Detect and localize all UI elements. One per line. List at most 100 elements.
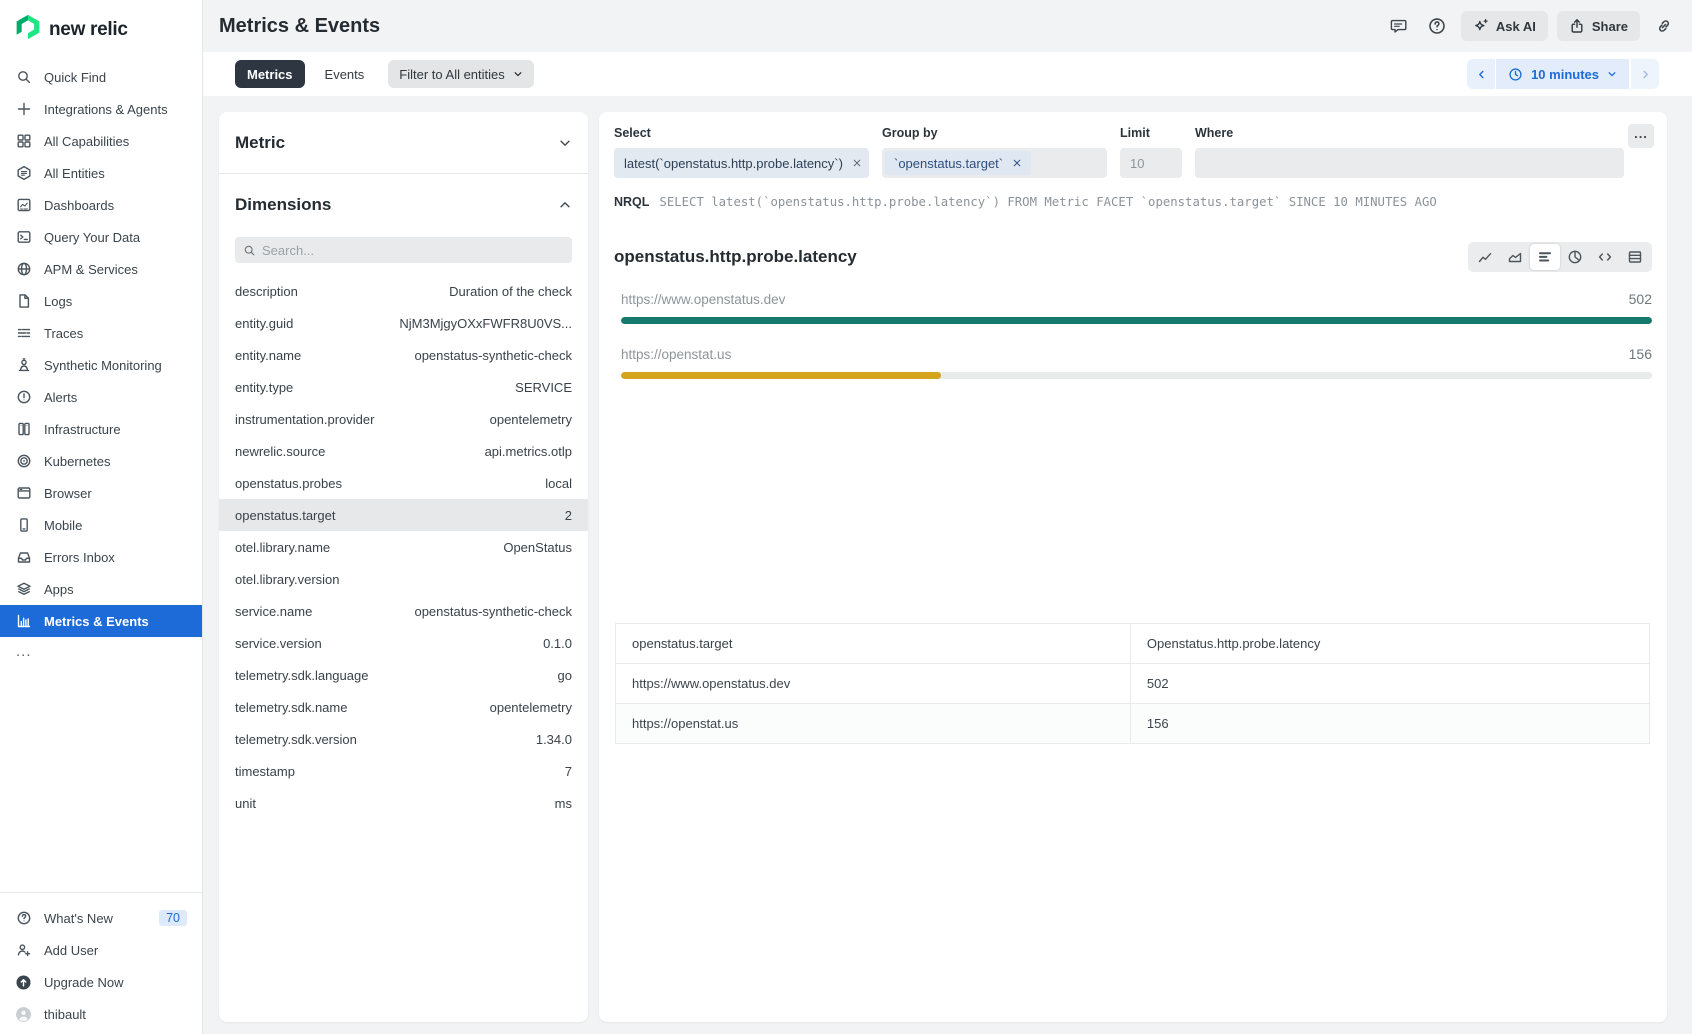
sidebar-item-upgrade-now[interactable]: Upgrade Now (0, 966, 202, 998)
code-icon[interactable] (1590, 244, 1620, 270)
new-relic-logo-icon (15, 14, 41, 45)
dimension-row[interactable]: entity.guidNjM3MjgyOXxFWFR8U0VS... (219, 307, 588, 339)
sidebar-item-traces[interactable]: Traces (0, 317, 202, 349)
sidebar-item-quick-find[interactable]: Quick Find (0, 61, 202, 93)
content-area: Metric Dimensions descriptionDuration of… (203, 96, 1692, 1034)
dimension-row[interactable]: instrumentation.provideropentelemetry (219, 403, 588, 435)
dimension-row[interactable]: entity.nameopenstatus-synthetic-check (219, 339, 588, 371)
dimension-row[interactable]: openstatus.probeslocal (219, 467, 588, 499)
group-by-field: Group by `openstatus.target` (882, 126, 1107, 178)
sidebar-item-apm-services[interactable]: APM & Services (0, 253, 202, 285)
sidebar-item-metrics-events[interactable]: Metrics & Events (0, 605, 202, 637)
dimension-row[interactable]: otel.library.version (219, 563, 588, 595)
time-range-dropdown[interactable]: 10 minutes (1496, 59, 1629, 89)
where-input[interactable] (1195, 148, 1624, 178)
nrql-preview: NRQL SELECT latest(`openstatus.http.prob… (614, 195, 1652, 209)
dimension-row[interactable]: unitms (219, 787, 588, 819)
main-area: Metrics & Events Ask AI Share (203, 0, 1692, 1034)
bar-chart-icon (15, 613, 32, 630)
sidebar-item-browser[interactable]: Browser (0, 477, 202, 509)
dimension-row[interactable]: service.version0.1.0 (219, 627, 588, 659)
dashboard-icon (15, 197, 32, 214)
group-by-input[interactable]: `openstatus.target` (882, 148, 1107, 178)
sidebar-item-infrastructure[interactable]: Infrastructure (0, 413, 202, 445)
sidebar-item-alerts[interactable]: Alerts (0, 381, 202, 413)
share-icon (1569, 18, 1585, 34)
dimension-row[interactable]: entity.typeSERVICE (219, 371, 588, 403)
bar-chart: https://www.openstatus.dev 502 https://o… (614, 291, 1652, 379)
dimension-row[interactable]: telemetry.sdk.nameopentelemetry (219, 691, 588, 723)
sidebar-item-whats-new[interactable]: What's New 70 (0, 902, 202, 934)
sidebar-item-errors-inbox[interactable]: Errors Inbox (0, 541, 202, 573)
dimension-row[interactable]: descriptionDuration of the check (219, 275, 588, 307)
pie-chart-icon[interactable] (1560, 244, 1590, 270)
where-field: Where (1195, 126, 1624, 178)
query-options-button[interactable]: ... (1628, 124, 1654, 148)
select-field: Select latest(`openstatus.http.probe.lat… (614, 126, 869, 178)
dimensions-section-title: Dimensions (235, 195, 331, 215)
dimensions-search-input[interactable] (262, 243, 564, 258)
sidebar-item-mobile[interactable]: Mobile (0, 509, 202, 541)
dimension-row[interactable]: telemetry.sdk.languagego (219, 659, 588, 691)
trace-lines-icon (15, 325, 32, 342)
dimension-row[interactable]: newrelic.sourceapi.metrics.otlp (219, 435, 588, 467)
sidebar-item-integrations-agents[interactable]: Integrations & Agents (0, 93, 202, 125)
group-by-chip[interactable]: `openstatus.target` (885, 151, 1031, 175)
dimension-row[interactable]: telemetry.sdk.version1.34.0 (219, 723, 588, 755)
feedback-comment-button[interactable] (1383, 11, 1413, 41)
page-title: Metrics & Events (219, 15, 380, 38)
dimension-row-selected[interactable]: openstatus.target2 (219, 499, 588, 531)
line-chart-icon[interactable] (1470, 244, 1500, 270)
sidebar-item-user-account[interactable]: thibault (0, 998, 202, 1030)
bar-track[interactable] (621, 372, 1652, 379)
metric-section-header[interactable]: Metric (219, 112, 588, 174)
dimensions-section-header[interactable]: Dimensions (219, 174, 588, 235)
sidebar-item-all-capabilities[interactable]: All Capabilities (0, 125, 202, 157)
time-back-button[interactable] (1467, 59, 1495, 89)
sidebar-more-button[interactable]: ... (0, 637, 202, 665)
remove-group-by-icon[interactable] (1012, 158, 1022, 168)
brand-logo[interactable]: new relic (0, 0, 202, 61)
sidebar-item-kubernetes[interactable]: Kubernetes (0, 445, 202, 477)
bar-fill (621, 372, 941, 379)
avatar (15, 1006, 32, 1023)
area-chart-icon[interactable] (1500, 244, 1530, 270)
chevron-right-icon (1640, 69, 1651, 80)
bar-fill (621, 317, 1652, 324)
sidebar-item-apps[interactable]: Apps (0, 573, 202, 605)
select-chip[interactable]: latest(`openstatus.http.probe.latency`) (614, 148, 869, 178)
nrql-query-text: SELECT latest(`openstatus.http.probe.lat… (659, 195, 1436, 209)
sidebar-item-synthetic-monitoring[interactable]: Synthetic Monitoring (0, 349, 202, 381)
bar-track[interactable] (621, 317, 1652, 324)
sidebar-item-query-your-data[interactable]: Query Your Data (0, 221, 202, 253)
share-button[interactable]: Share (1557, 11, 1640, 41)
time-forward-button[interactable] (1631, 59, 1659, 89)
dimension-row[interactable]: service.nameopenstatus-synthetic-check (219, 595, 588, 627)
entity-filter-dropdown[interactable]: Filter to All entities (388, 60, 534, 88)
sidebar-item-add-user[interactable]: Add User (0, 934, 202, 966)
help-button[interactable] (1422, 11, 1452, 41)
table-header-cell: Openstatus.http.probe.latency (1130, 624, 1649, 664)
table-row[interactable]: https://www.openstatus.dev 502 (616, 664, 1650, 704)
sidebar-item-all-entities[interactable]: All Entities (0, 157, 202, 189)
table-icon[interactable] (1620, 244, 1650, 270)
remove-select-icon[interactable] (852, 158, 862, 168)
bar-row: https://openstat.us 156 (621, 346, 1652, 379)
dimension-row[interactable]: timestamp7 (219, 755, 588, 787)
sidebar-item-dashboards[interactable]: Dashboards (0, 189, 202, 221)
time-range-label: 10 minutes (1531, 67, 1599, 82)
table-row[interactable]: https://openstat.us 156 (616, 704, 1650, 744)
bar-chart-icon[interactable] (1530, 244, 1560, 270)
browser-window-icon (15, 485, 32, 502)
brand-name: new relic (49, 19, 128, 41)
ask-ai-button[interactable]: Ask AI (1461, 11, 1548, 41)
group-by-label: Group by (882, 126, 1107, 140)
tab-metrics[interactable]: Metrics (235, 60, 305, 88)
chevron-up-icon (558, 198, 572, 212)
sidebar-footer: What's New 70 Add User Upgrade Now thiba… (0, 892, 202, 1034)
copy-link-button[interactable] (1649, 11, 1679, 41)
limit-input[interactable]: 10 (1120, 148, 1182, 178)
tab-events[interactable]: Events (325, 67, 365, 82)
sidebar-item-logs[interactable]: Logs (0, 285, 202, 317)
dimension-row[interactable]: otel.library.nameOpenStatus (219, 531, 588, 563)
